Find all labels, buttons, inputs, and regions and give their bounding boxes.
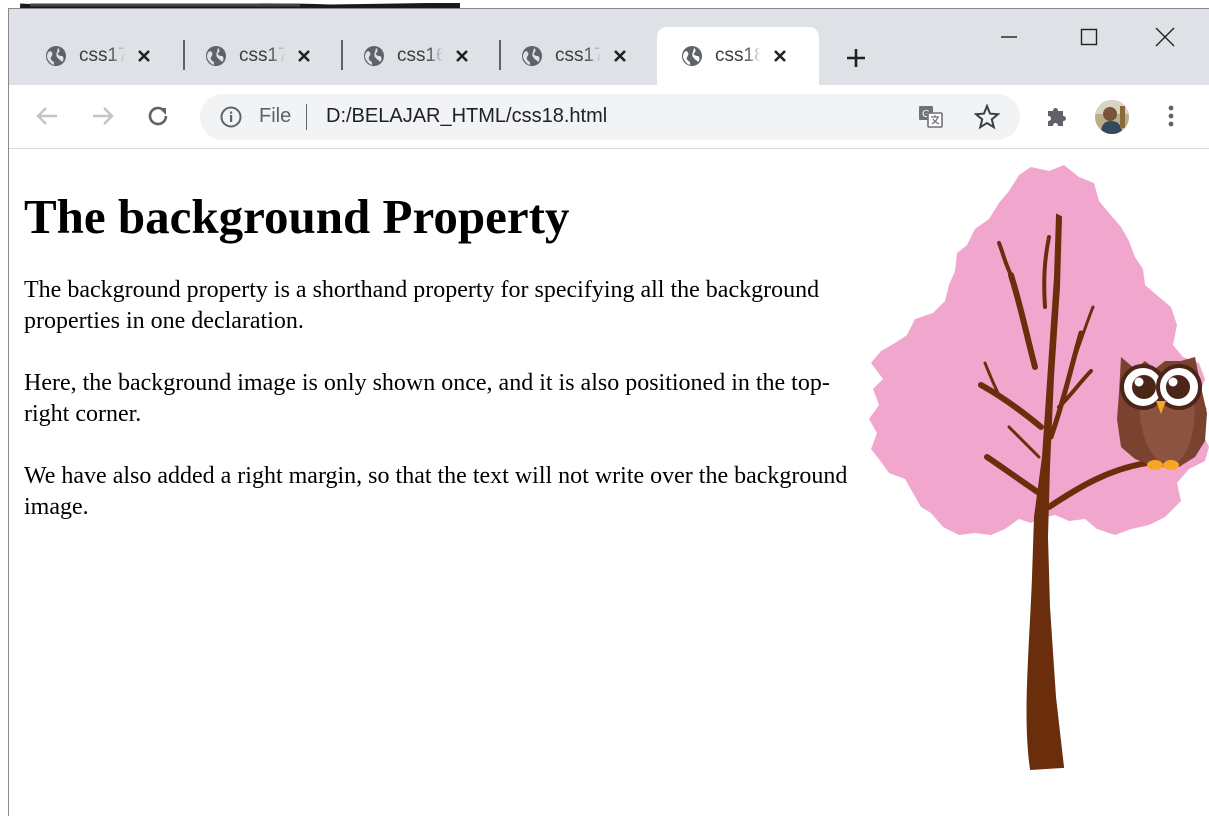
url-scheme-label: File [259, 105, 292, 127]
web-page: The background Property The background p… [9, 149, 1209, 816]
close-icon [1155, 27, 1175, 47]
url-text[interactable]: D:/BELAJAR_HTML/css18.html [326, 105, 607, 128]
tab-title: css17 [79, 45, 125, 66]
tab-css18-active[interactable]: css18 [657, 27, 819, 85]
avatar-icon [1095, 100, 1129, 134]
address-bar[interactable]: File D:/BELAJAR_HTML/css18.html G [200, 94, 1020, 140]
puzzle-icon [1048, 108, 1066, 126]
minimize-button[interactable] [989, 19, 1029, 55]
menu-button[interactable] [1157, 102, 1185, 130]
reload-icon [148, 106, 168, 126]
plus-icon [847, 49, 865, 67]
tab-css17-1[interactable]: css17 [15, 27, 185, 85]
tab-title: css17 [239, 45, 285, 66]
page-heading: The background Property [24, 189, 570, 244]
translate-icon[interactable]: G [918, 105, 944, 129]
globe-icon [46, 46, 66, 66]
tree-with-owl-background-image [869, 165, 1209, 771]
arrow-right-icon [93, 107, 114, 125]
kebab-menu-icon [1168, 105, 1174, 127]
close-tab-icon[interactable] [293, 45, 315, 67]
paragraph-shorthand: The background property is a shorthand p… [24, 277, 820, 334]
close-tab-icon[interactable] [769, 45, 791, 67]
tab-title: css18 [715, 45, 761, 66]
profile-avatar[interactable] [1095, 100, 1129, 134]
globe-icon [682, 46, 702, 66]
close-tab-icon[interactable] [609, 45, 631, 67]
owl-illustration [1117, 357, 1207, 470]
globe-icon [364, 46, 384, 66]
close-tab-icon[interactable] [133, 45, 155, 67]
arrow-left-icon [36, 107, 57, 125]
star-icon[interactable] [974, 104, 1000, 130]
extensions-button[interactable] [1043, 102, 1071, 130]
globe-icon [522, 46, 542, 66]
paragraph-margin: We have also added a right margin, so th… [24, 463, 848, 520]
tab-css17-2[interactable]: css17 [175, 27, 345, 85]
maximize-button[interactable] [1069, 19, 1109, 55]
reload-button[interactable] [144, 102, 172, 130]
new-tab-button[interactable] [843, 45, 869, 71]
minimize-icon [1001, 36, 1017, 38]
omnibox-divider [306, 104, 307, 130]
page-content: The background Property The background p… [24, 149, 859, 523]
paragraph-position: Here, the background image is only shown… [24, 370, 830, 427]
browser-toolbar: File D:/BELAJAR_HTML/css18.html G [9, 85, 1209, 149]
tab-title: css17 [555, 45, 601, 66]
close-window-button[interactable] [1145, 19, 1185, 55]
close-tab-icon[interactable] [451, 45, 473, 67]
browser-window: css17 css17 css16 css17 css18 File D:/BE… [8, 8, 1209, 816]
screenshot-frame: css17 css17 css16 css17 css18 File D:/BE… [0, 0, 1209, 816]
globe-icon [206, 46, 226, 66]
back-button[interactable] [33, 102, 61, 130]
tab-css17-3[interactable]: css17 [491, 27, 661, 85]
forward-button[interactable] [89, 102, 117, 130]
tab-css16[interactable]: css16 [333, 27, 503, 85]
tab-strip: css17 css17 css16 css17 css18 [9, 9, 1209, 85]
info-icon[interactable] [220, 106, 242, 128]
tab-title: css16 [397, 45, 443, 66]
maximize-icon [1080, 28, 1098, 46]
